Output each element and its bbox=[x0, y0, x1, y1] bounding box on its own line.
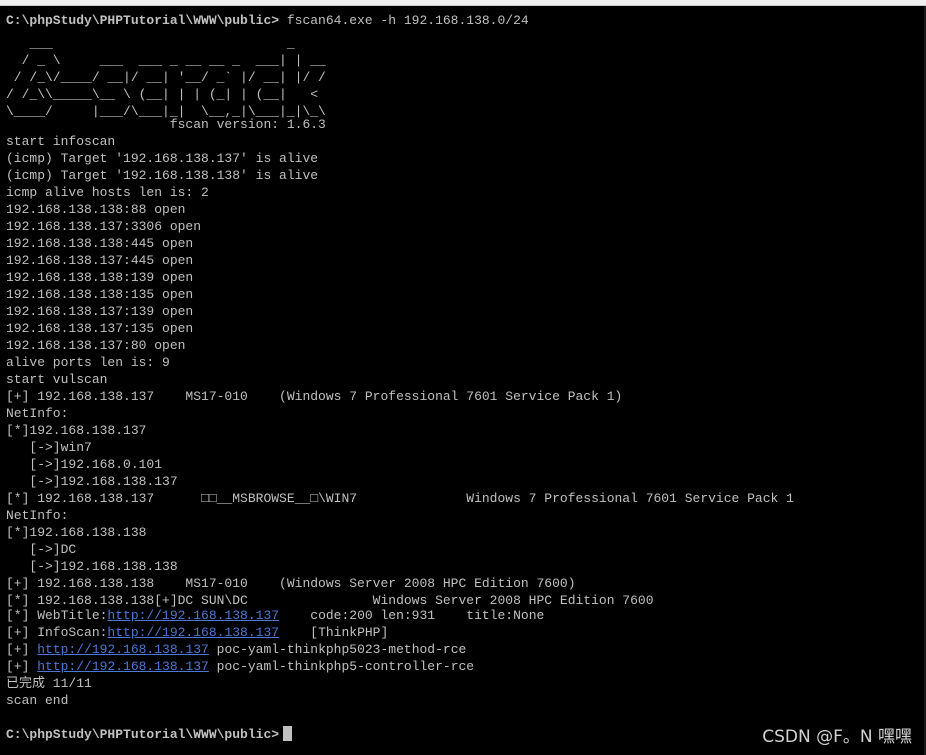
webtitle-prefix: [*] WebTitle: bbox=[6, 608, 108, 623]
output-line: 192.168.138.137:139 open bbox=[6, 304, 194, 319]
webtitle-url-link[interactable]: http://192.168.138.137 bbox=[107, 608, 279, 623]
output-line: [->]DC bbox=[6, 542, 77, 557]
output-line: [*]192.168.138.138 bbox=[6, 525, 147, 540]
output-line: start infoscan bbox=[6, 134, 116, 149]
output-line: NetInfo: bbox=[6, 406, 69, 421]
screenshot-frame: C:\phpStudy\PHPTutorial\WWW\public> fsca… bbox=[0, 0, 926, 755]
output-line: 192.168.138.137:445 open bbox=[6, 253, 194, 268]
output-line: [->]192.168.138.138 bbox=[6, 559, 178, 574]
infoscan-line: [+] InfoScan:http://192.168.138.137 [Thi… bbox=[6, 624, 388, 641]
output-line: icmp alive hosts len is: 2 bbox=[6, 185, 209, 200]
output-line: 192.168.138.137:135 open bbox=[6, 321, 194, 336]
webtitle-suffix: code:200 len:931 title:None bbox=[279, 608, 545, 623]
output-line: 192.168.138.137:3306 open bbox=[6, 219, 202, 234]
command-text: fscan64.exe -h 192.168.138.0/24 bbox=[279, 13, 529, 28]
poc2-prefix: [+] bbox=[6, 659, 38, 674]
poc-line-1: [+] http://192.168.138.137 poc-yaml-thin… bbox=[6, 641, 466, 658]
fscan-ascii-banner: ___ _ / _ \ ___ ___ _ __ __ _ ___| | __ … bbox=[6, 36, 326, 119]
output-line: 192.168.138.138:139 open bbox=[6, 270, 194, 285]
csdn-watermark: CSDN @F。N 嘿嘿 bbox=[762, 727, 912, 747]
poc1-url-link[interactable]: http://192.168.138.137 bbox=[37, 642, 209, 657]
output-line: 192.168.138.137:80 open bbox=[6, 338, 186, 353]
final-prompt-path: C:\phpStudy\PHPTutorial\WWW\public> bbox=[6, 727, 280, 742]
output-line: (icmp) Target '192.168.138.138' is alive bbox=[6, 168, 319, 183]
output-line: (icmp) Target '192.168.138.137' is alive bbox=[6, 151, 319, 166]
done-line: 已完成 11/11 bbox=[6, 676, 92, 691]
final-command-line[interactable]: C:\phpStudy\PHPTutorial\WWW\public> bbox=[6, 726, 293, 743]
infoscan-prefix: [+] InfoScan: bbox=[6, 625, 108, 640]
output-line: 192.168.138.138:135 open bbox=[6, 287, 194, 302]
version-line: fscan version: 1.6.3 bbox=[6, 117, 326, 132]
command-line: C:\phpStudy\PHPTutorial\WWW\public> fsca… bbox=[6, 12, 529, 29]
output-line: start vulscan bbox=[6, 372, 108, 387]
poc1-suffix: poc-yaml-thinkphp5023-method-rce bbox=[208, 642, 467, 657]
output-line: 192.168.138.138:88 open bbox=[6, 202, 186, 217]
output-line: [*] 192.168.138.137 □□__MSBROWSE__□\WIN7… bbox=[6, 491, 794, 506]
output-line: 192.168.138.138:445 open bbox=[6, 236, 194, 251]
output-line: NetInfo: bbox=[6, 508, 69, 523]
output-line: alive ports len is: 9 bbox=[6, 355, 170, 370]
poc-line-2: [+] http://192.168.138.137 poc-yaml-thin… bbox=[6, 658, 474, 675]
output-line: [->]win7 bbox=[6, 440, 92, 455]
poc1-prefix: [+] bbox=[6, 642, 38, 657]
prompt-path: C:\phpStudy\PHPTutorial\WWW\public> bbox=[6, 13, 280, 28]
poc2-url-link[interactable]: http://192.168.138.137 bbox=[37, 659, 209, 674]
webtitle-line: [*] WebTitle:http://192.168.138.137 code… bbox=[6, 607, 544, 624]
text-cursor bbox=[283, 726, 293, 741]
infoscan-url-link[interactable]: http://192.168.138.137 bbox=[107, 625, 279, 640]
infoscan-suffix: [ThinkPHP] bbox=[279, 625, 389, 640]
terminal-window[interactable]: C:\phpStudy\PHPTutorial\WWW\public> fsca… bbox=[0, 6, 926, 755]
output-line: [*]192.168.138.137 bbox=[6, 423, 147, 438]
output-line: [->]192.168.0.101 bbox=[6, 457, 163, 472]
output-line: [+] 192.168.138.137 MS17-010 (Windows 7 … bbox=[6, 389, 623, 404]
output-line: [+] 192.168.138.138 MS17-010 (Windows Se… bbox=[6, 576, 576, 591]
output-line: [->]192.168.138.137 bbox=[6, 474, 178, 489]
scan-end-line: scan end bbox=[6, 693, 69, 708]
poc2-suffix: poc-yaml-thinkphp5-controller-rce bbox=[208, 659, 475, 674]
